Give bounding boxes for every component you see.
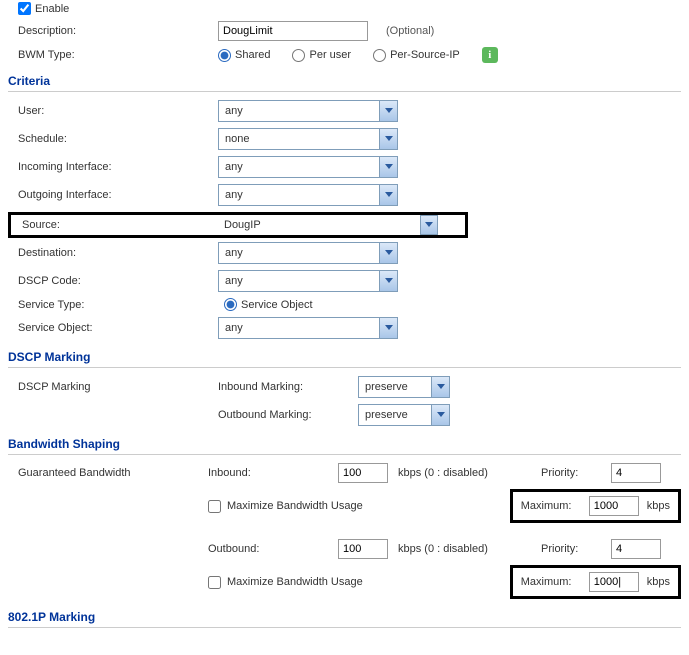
- incoming-select[interactable]: any: [218, 156, 398, 178]
- bwm-type-label: BWM Type:: [8, 49, 218, 61]
- outbound-marking-select[interactable]: preserve: [358, 404, 450, 426]
- service-object-label: Service Object:: [8, 322, 218, 334]
- bwm-persource-label: Per-Source-IP: [390, 49, 460, 61]
- maximize-inbound-checkbox[interactable]: [208, 500, 221, 513]
- chevron-down-icon: [431, 405, 449, 425]
- service-object-select[interactable]: any: [218, 317, 398, 339]
- optional-text: (Optional): [386, 25, 434, 37]
- service-object-option-label: Service Object: [241, 299, 313, 311]
- dscp-marking-label: DSCP Marking: [8, 381, 218, 393]
- incoming-label: Incoming Interface:: [8, 161, 218, 173]
- source-select[interactable]: DougIP: [218, 216, 438, 234]
- info-icon[interactable]: i: [482, 47, 498, 63]
- maximize-inbound-label: Maximize Bandwidth Usage: [227, 500, 363, 512]
- kbps-label: kbps: [647, 500, 670, 512]
- user-select[interactable]: any: [218, 100, 398, 122]
- outbound-value-input[interactable]: [338, 539, 388, 559]
- dscp-marking-header: DSCP Marking: [8, 347, 681, 368]
- chevron-down-icon: [379, 243, 397, 263]
- inbound-marking-select[interactable]: preserve: [358, 376, 450, 398]
- outgoing-label: Outgoing Interface:: [8, 189, 218, 201]
- bwm-shared-label: Shared: [235, 49, 270, 61]
- 8021p-marking-header: 802.1P Marking: [8, 607, 681, 628]
- outbound-marking-label: Outbound Marking:: [218, 409, 358, 421]
- chevron-down-icon: [379, 129, 397, 149]
- maximum-outbound-highlight: Maximum: kbps: [510, 565, 681, 599]
- priority-label-2: Priority:: [541, 543, 611, 555]
- criteria-header: Criteria: [8, 71, 681, 92]
- chevron-down-icon: [379, 318, 397, 338]
- service-object-radio[interactable]: Service Object: [224, 298, 313, 311]
- chevron-down-icon: [379, 101, 397, 121]
- inbound-marking-label: Inbound Marking:: [218, 381, 358, 393]
- bwm-persource-radio[interactable]: Per-Source-IP: [373, 49, 460, 62]
- kbps-disabled-text-2: kbps (0 : disabled): [398, 543, 488, 555]
- enable-label: Enable: [35, 3, 69, 15]
- outbound-label: Outbound:: [208, 543, 338, 555]
- dscp-code-label: DSCP Code:: [8, 275, 218, 287]
- service-type-label: Service Type:: [8, 299, 218, 311]
- source-label: Source:: [12, 219, 218, 231]
- maximum-inbound-input[interactable]: [589, 496, 639, 516]
- chevron-down-icon: [379, 271, 397, 291]
- maximum-inbound-highlight: Maximum: kbps: [510, 489, 681, 523]
- chevron-down-icon: [379, 157, 397, 177]
- description-label: Description:: [8, 25, 218, 37]
- bwm-peruser-label: Per user: [309, 49, 351, 61]
- guaranteed-bandwidth-label: Guaranteed Bandwidth: [8, 467, 208, 479]
- chevron-down-icon: [379, 185, 397, 205]
- maximum-label-2: Maximum:: [521, 576, 581, 588]
- outgoing-select[interactable]: any: [218, 184, 398, 206]
- maximize-outbound-checkbox[interactable]: [208, 576, 221, 589]
- source-highlight: Source: DougIP: [8, 212, 468, 238]
- kbps-label-2: kbps: [647, 576, 670, 588]
- user-label: User:: [8, 105, 218, 117]
- bandwidth-shaping-header: Bandwidth Shaping: [8, 434, 681, 455]
- description-input[interactable]: [218, 21, 368, 41]
- priority-inbound-input[interactable]: [611, 463, 661, 483]
- chevron-down-icon: [420, 215, 438, 235]
- schedule-label: Schedule:: [8, 133, 218, 145]
- enable-checkbox[interactable]: [18, 2, 31, 15]
- priority-label: Priority:: [541, 467, 611, 479]
- dscp-code-select[interactable]: any: [218, 270, 398, 292]
- priority-outbound-input[interactable]: [611, 539, 661, 559]
- maximum-outbound-input[interactable]: [589, 572, 639, 592]
- schedule-select[interactable]: none: [218, 128, 398, 150]
- chevron-down-icon: [431, 377, 449, 397]
- bwm-shared-radio[interactable]: Shared: [218, 49, 270, 62]
- inbound-label: Inbound:: [208, 467, 338, 479]
- maximum-label: Maximum:: [521, 500, 581, 512]
- bwm-peruser-radio[interactable]: Per user: [292, 49, 351, 62]
- inbound-value-input[interactable]: [338, 463, 388, 483]
- destination-label: Destination:: [8, 247, 218, 259]
- maximize-outbound-label: Maximize Bandwidth Usage: [227, 576, 363, 588]
- kbps-disabled-text: kbps (0 : disabled): [398, 467, 488, 479]
- destination-select[interactable]: any: [218, 242, 398, 264]
